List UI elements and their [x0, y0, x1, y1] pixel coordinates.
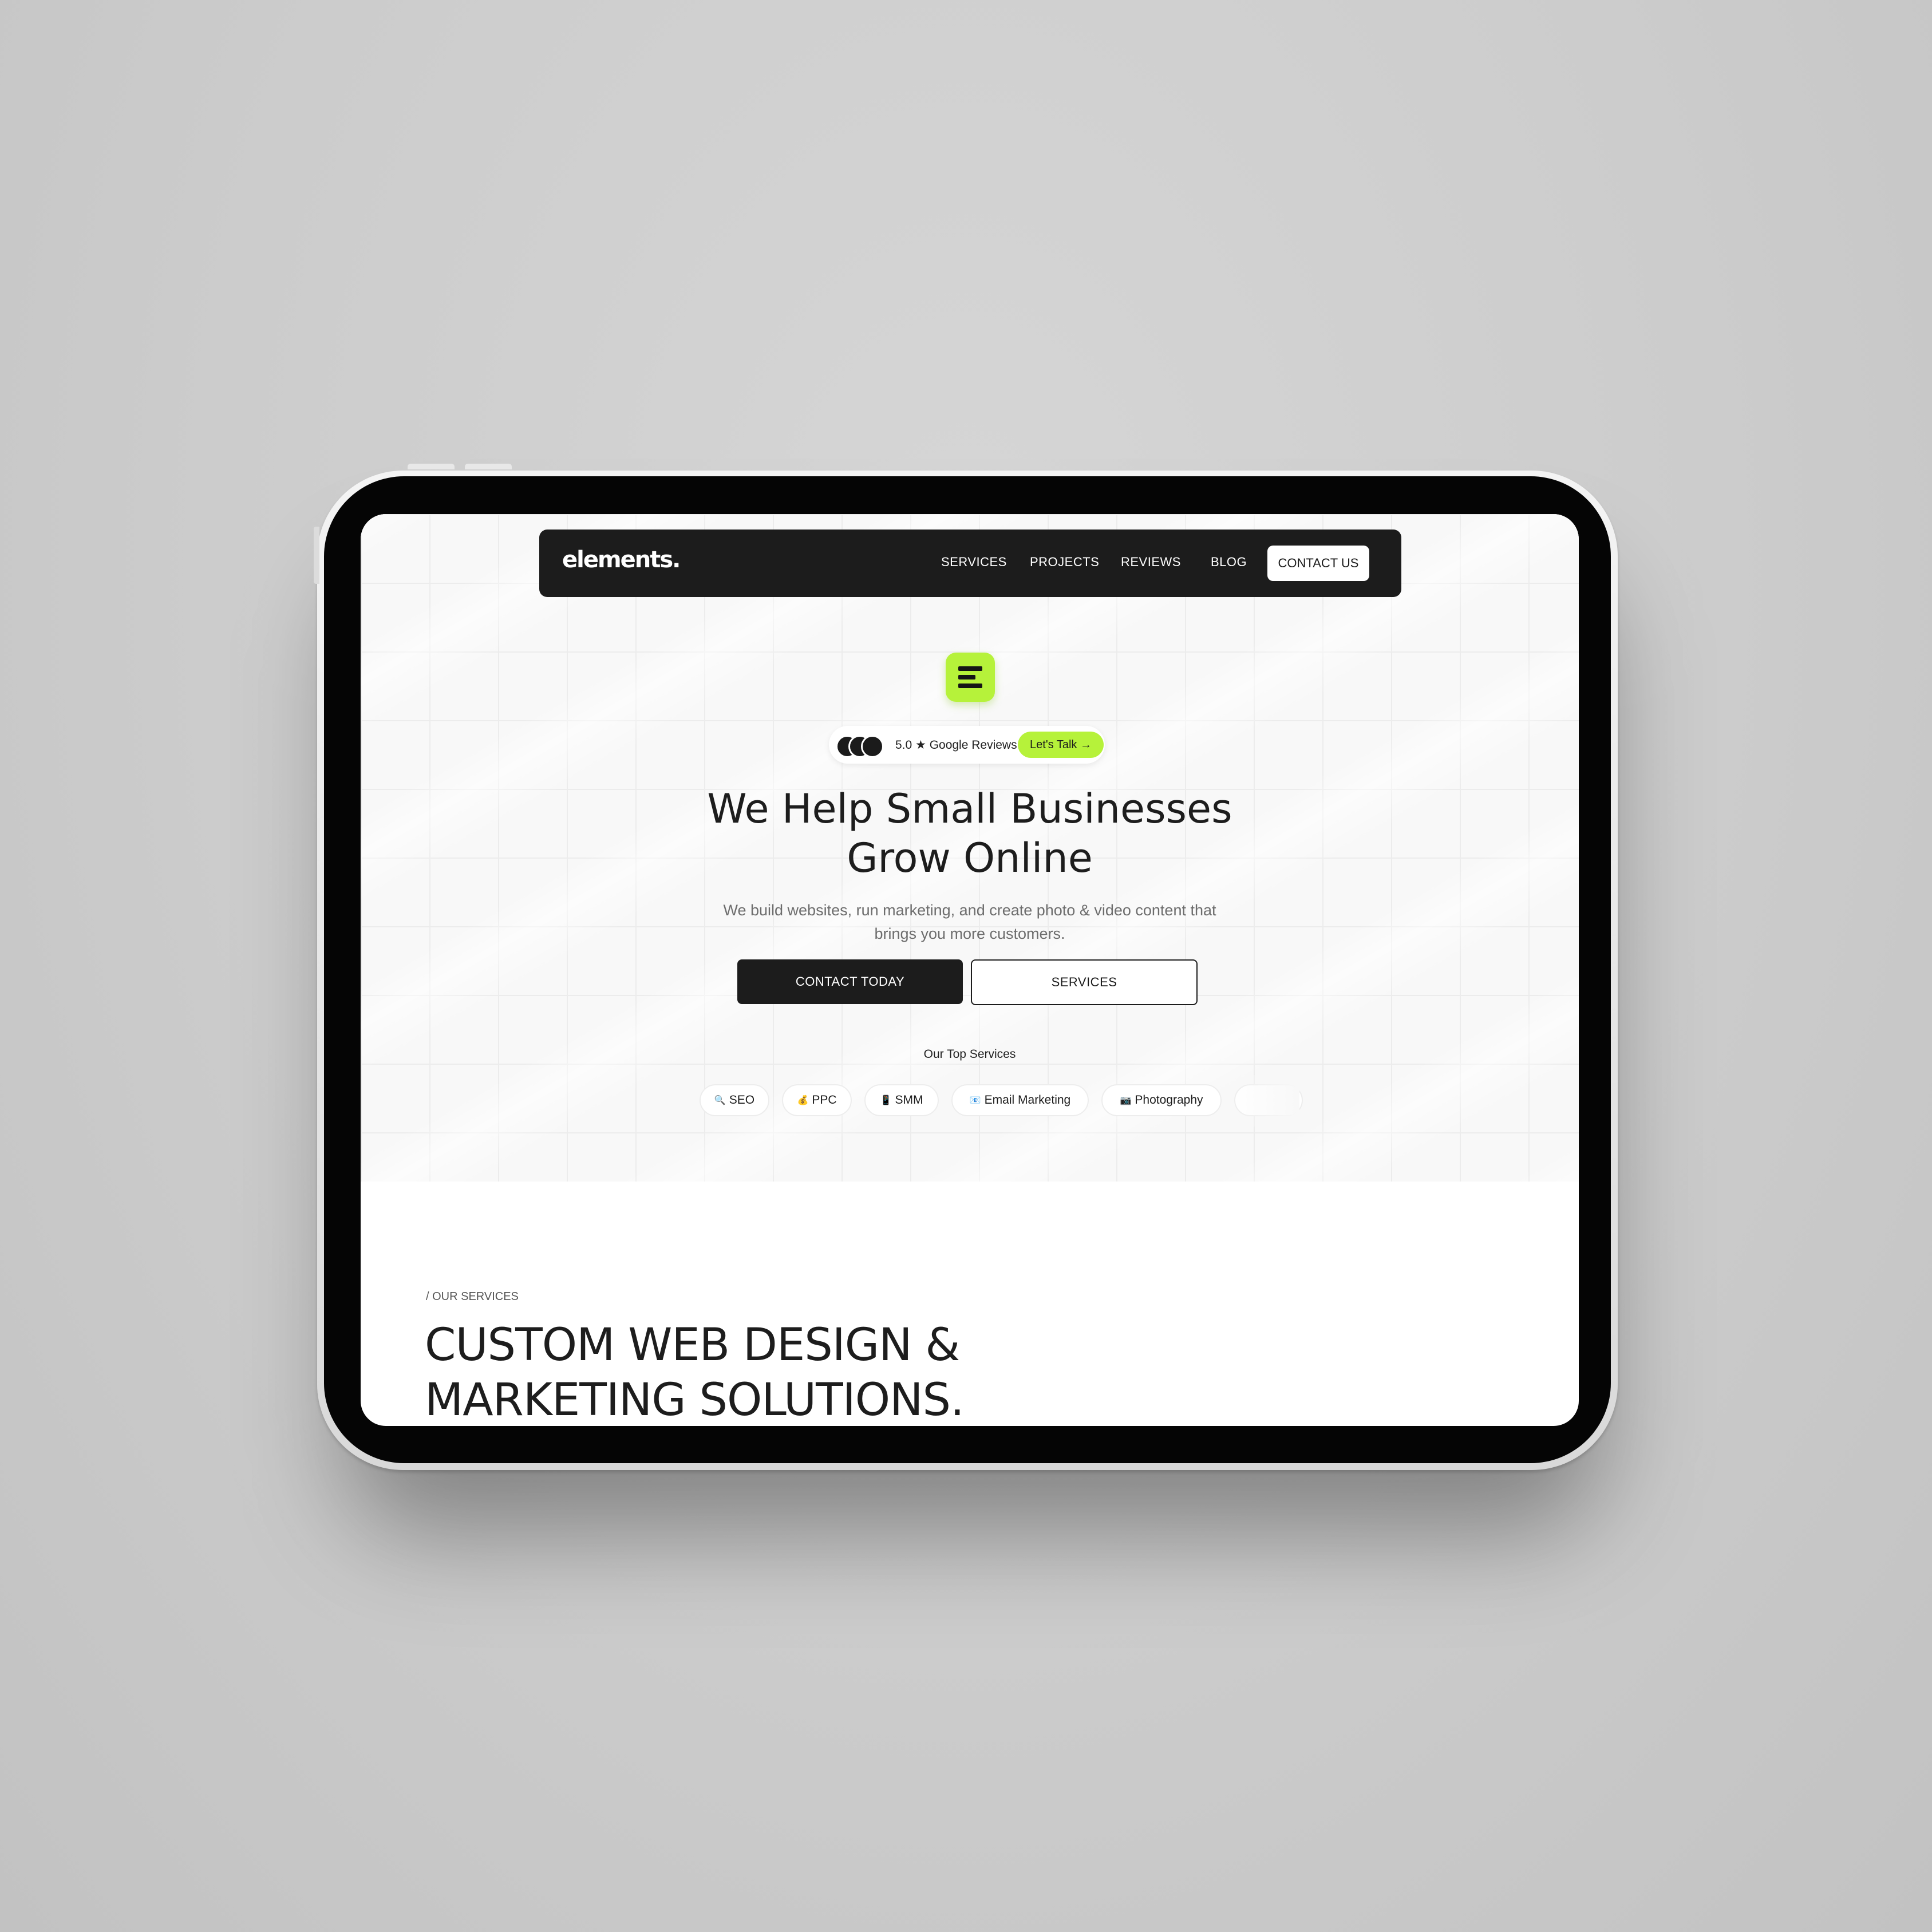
services-button[interactable]: SERVICES [971, 959, 1198, 1005]
search-icon: 🔍 [714, 1096, 726, 1105]
section-title: CUSTOM WEB DESIGN & MARKETING SOLUTIONS. [425, 1318, 965, 1426]
site-logo[interactable]: elements. [562, 547, 681, 573]
nav-link-projects[interactable]: PROJECTS [1030, 555, 1099, 570]
service-chip-email-marketing[interactable]: 📧 Email Marketing [951, 1084, 1089, 1116]
chip-label: Email Marketing [984, 1093, 1071, 1107]
nav-link-reviews[interactable]: REVIEWS [1121, 555, 1181, 570]
chip-label: PPC [812, 1093, 837, 1107]
window-light-overlay [361, 514, 1579, 1258]
hero-subtitle-line: We build websites, run marketing, and cr… [723, 902, 1216, 919]
chip-label: SEO [729, 1093, 755, 1107]
reviews-pill: 5.0 ★ Google Reviews Let's Talk → [829, 726, 1105, 764]
phone-icon: 📱 [880, 1096, 892, 1105]
contact-us-button[interactable]: CONTACT US [1267, 546, 1369, 581]
nav-link-blog[interactable]: BLOG [1211, 555, 1247, 570]
avatar [861, 735, 884, 758]
hero-subtitle-line: brings you more customers. [874, 925, 1065, 942]
hero-headline-line: We Help Small Businesses [707, 785, 1232, 832]
section-eyebrow: / OUR SERVICES [426, 1290, 519, 1303]
mockup-background: elements. SERVICES PROJECTS REVIEWS BLOG… [0, 0, 1932, 1932]
hero-subtitle: We build websites, run marketing, and cr… [361, 899, 1579, 946]
service-chip-smm[interactable]: 📱 SMM [864, 1084, 939, 1116]
device-volume-button [408, 464, 455, 469]
hero-headline: We Help Small Businesses Grow Online [361, 784, 1579, 883]
hero-section: elements. SERVICES PROJECTS REVIEWS BLOG… [361, 514, 1579, 1258]
money-bag-icon: 💰 [797, 1096, 809, 1105]
top-services-label: Our Top Services [923, 1048, 1016, 1061]
brand-e-icon [946, 653, 995, 702]
section-title-line: CUSTOM WEB DESIGN & [425, 1319, 960, 1371]
nav-link-services[interactable]: SERVICES [941, 555, 1007, 570]
camera-icon: 📷 [1120, 1096, 1132, 1105]
top-nav: elements. SERVICES PROJECTS REVIEWS BLOG… [539, 530, 1401, 597]
brand-e-bar [958, 683, 982, 688]
brand-e-bar [958, 666, 982, 671]
google-reviews-text: 5.0 ★ Google Reviews [895, 738, 1017, 752]
device-side-button [314, 527, 319, 584]
lets-talk-button[interactable]: Let's Talk → [1018, 732, 1104, 758]
chip-label: Photography [1135, 1093, 1203, 1107]
section-title-line: MARKETING SOLUTIONS. [425, 1374, 965, 1426]
device-volume-button [465, 464, 512, 469]
brand-e-bar [958, 675, 975, 679]
tablet-screen: elements. SERVICES PROJECTS REVIEWS BLOG… [361, 514, 1579, 1426]
hero-headline-line: Grow Online [847, 835, 1093, 882]
chip-fade-mask [1231, 1075, 1299, 1127]
envelope-icon: 📧 [969, 1096, 981, 1105]
service-chip-photography[interactable]: 📷 Photography [1101, 1084, 1222, 1116]
contact-today-button[interactable]: CONTACT TODAY [737, 959, 963, 1004]
service-chip-seo[interactable]: 🔍 SEO [700, 1084, 769, 1116]
chip-label: SMM [895, 1093, 923, 1107]
service-chip-ppc[interactable]: 💰 PPC [782, 1084, 852, 1116]
